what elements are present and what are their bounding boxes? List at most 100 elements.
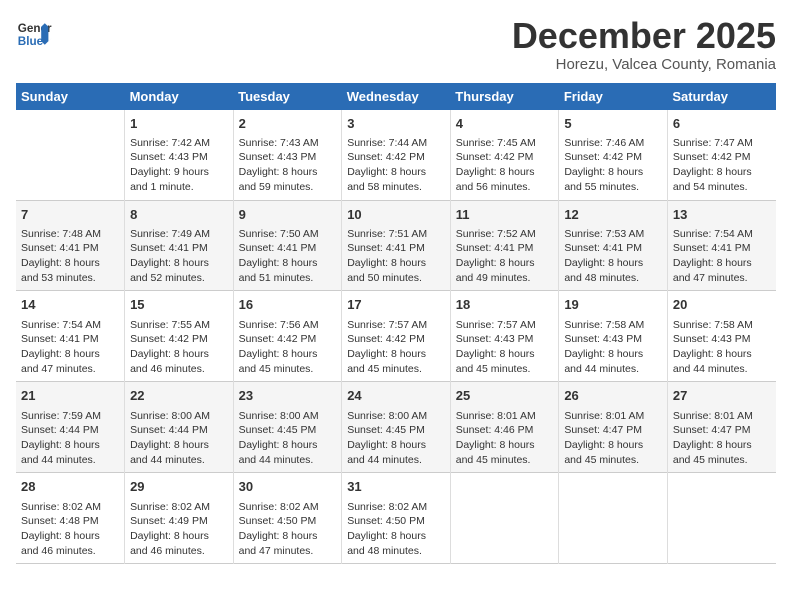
calendar-day-cell: 23 Sunrise: 8:00 AM Sunset: 4:45 PM Dayli… [233,382,342,473]
day-number: 10 [347,206,445,224]
calendar-day-cell: 27Sunrise: 8:01 AM Sunset: 4:47 PM Dayli… [667,382,776,473]
calendar-day-cell: 13 Sunrise: 7:54 AM Sunset: 4:41 PM Dayli… [667,200,776,291]
day-number: 15 [130,296,228,314]
day-info: Sunrise: 7:42 AM Sunset: 4:43 PM Dayligh… [130,136,228,195]
svg-text:Blue: Blue [18,35,44,48]
weekday-header-cell: Sunday [16,83,125,110]
calendar-day-cell: 26 Sunrise: 8:01 AM Sunset: 4:47 PM Dayli… [559,382,668,473]
calendar-day-cell: 19 Sunrise: 7:58 AM Sunset: 4:43 PM Dayli… [559,291,668,382]
day-info: Sunrise: 7:59 AM Sunset: 4:44 PM Dayligh… [21,409,119,468]
weekday-header-cell: Wednesday [342,83,451,110]
calendar-day-cell [16,110,125,200]
calendar-day-cell: 1 Sunrise: 7:42 AM Sunset: 4:43 PM Daylig… [125,110,234,200]
calendar-day-cell: 10 Sunrise: 7:51 AM Sunset: 4:41 PM Dayli… [342,200,451,291]
day-info: Sunrise: 8:01 AM Sunset: 4:47 PM Dayligh… [564,409,662,468]
weekday-header-cell: Friday [559,83,668,110]
day-number: 4 [456,115,554,133]
day-info: Sunrise: 7:51 AM Sunset: 4:41 PM Dayligh… [347,227,445,286]
day-info: Sunrise: 8:02 AM Sunset: 4:48 PM Dayligh… [21,500,119,559]
day-info: Sunrise: 8:00 AM Sunset: 4:44 PM Dayligh… [130,409,228,468]
day-info: Sunrise: 7:58 AM Sunset: 4:43 PM Dayligh… [673,318,771,377]
day-number: 3 [347,115,445,133]
calendar-day-cell: 18Sunrise: 7:57 AM Sunset: 4:43 PM Dayli… [450,291,559,382]
day-info: Sunrise: 8:00 AM Sunset: 4:45 PM Dayligh… [239,409,337,468]
weekday-header-cell: Tuesday [233,83,342,110]
day-number: 11 [456,206,554,224]
day-info: Sunrise: 8:00 AM Sunset: 4:45 PM Dayligh… [347,409,445,468]
calendar-day-cell: 22 Sunrise: 8:00 AM Sunset: 4:44 PM Dayli… [125,382,234,473]
day-number: 20 [673,296,771,314]
calendar-day-cell: 11Sunrise: 7:52 AM Sunset: 4:41 PM Dayli… [450,200,559,291]
day-info: Sunrise: 8:02 AM Sunset: 4:50 PM Dayligh… [347,500,445,559]
day-number: 6 [673,115,771,133]
calendar-day-cell: 5Sunrise: 7:46 AM Sunset: 4:42 PM Daylig… [559,110,668,200]
day-info: Sunrise: 7:56 AM Sunset: 4:42 PM Dayligh… [239,318,337,377]
day-number: 28 [21,478,119,496]
day-info: Sunrise: 7:47 AM Sunset: 4:42 PM Dayligh… [673,136,771,195]
day-number: 25 [456,387,554,405]
day-number: 26 [564,387,662,405]
day-info: Sunrise: 7:44 AM Sunset: 4:42 PM Dayligh… [347,136,445,195]
calendar-day-cell: 20 Sunrise: 7:58 AM Sunset: 4:43 PM Dayli… [667,291,776,382]
day-info: Sunrise: 7:57 AM Sunset: 4:42 PM Dayligh… [347,318,445,377]
calendar-day-cell [667,473,776,564]
day-info: Sunrise: 7:53 AM Sunset: 4:41 PM Dayligh… [564,227,662,286]
day-info: Sunrise: 7:50 AM Sunset: 4:41 PM Dayligh… [239,227,337,286]
calendar-day-cell [559,473,668,564]
calendar-day-cell: 7Sunrise: 7:48 AM Sunset: 4:41 PM Daylig… [16,200,125,291]
day-number: 9 [239,206,337,224]
day-number: 2 [239,115,337,133]
day-info: Sunrise: 8:01 AM Sunset: 4:47 PM Dayligh… [673,409,771,468]
day-number: 30 [239,478,337,496]
day-number: 22 [130,387,228,405]
day-number: 29 [130,478,228,496]
weekday-header-cell: Saturday [667,83,776,110]
day-number: 17 [347,296,445,314]
logo-icon: General Blue [16,16,52,52]
day-number: 23 [239,387,337,405]
day-info: Sunrise: 8:02 AM Sunset: 4:49 PM Dayligh… [130,500,228,559]
weekday-header-cell: Thursday [450,83,559,110]
calendar-day-cell: 6 Sunrise: 7:47 AM Sunset: 4:42 PM Daylig… [667,110,776,200]
calendar-day-cell: 30 Sunrise: 8:02 AM Sunset: 4:50 PM Dayli… [233,473,342,564]
calendar-day-cell: 2Sunrise: 7:43 AM Sunset: 4:43 PM Daylig… [233,110,342,200]
day-info: Sunrise: 7:46 AM Sunset: 4:42 PM Dayligh… [564,136,662,195]
day-number: 1 [130,115,228,133]
day-info: Sunrise: 8:01 AM Sunset: 4:46 PM Dayligh… [456,409,554,468]
day-info: Sunrise: 7:48 AM Sunset: 4:41 PM Dayligh… [21,227,119,286]
logo: General Blue [16,16,52,52]
day-info: Sunrise: 7:54 AM Sunset: 4:41 PM Dayligh… [673,227,771,286]
day-info: Sunrise: 7:58 AM Sunset: 4:43 PM Dayligh… [564,318,662,377]
calendar-day-cell: 31 Sunrise: 8:02 AM Sunset: 4:50 PM Dayli… [342,473,451,564]
calendar-day-cell: 24Sunrise: 8:00 AM Sunset: 4:45 PM Dayli… [342,382,451,473]
calendar-day-cell: 29 Sunrise: 8:02 AM Sunset: 4:49 PM Dayli… [125,473,234,564]
day-number: 13 [673,206,771,224]
calendar-week-row: 28 Sunrise: 8:02 AM Sunset: 4:48 PM Dayli… [16,473,776,564]
day-info: Sunrise: 7:54 AM Sunset: 4:41 PM Dayligh… [21,318,119,377]
day-number: 12 [564,206,662,224]
calendar-day-cell: 9 Sunrise: 7:50 AM Sunset: 4:41 PM Daylig… [233,200,342,291]
day-info: Sunrise: 7:45 AM Sunset: 4:42 PM Dayligh… [456,136,554,195]
day-info: Sunrise: 7:57 AM Sunset: 4:43 PM Dayligh… [456,318,554,377]
day-info: Sunrise: 8:02 AM Sunset: 4:50 PM Dayligh… [239,500,337,559]
day-info: Sunrise: 7:49 AM Sunset: 4:41 PM Dayligh… [130,227,228,286]
calendar-day-cell: 12 Sunrise: 7:53 AM Sunset: 4:41 PM Dayli… [559,200,668,291]
day-number: 19 [564,296,662,314]
title-area: December 2025 Horezu, Valcea County, Rom… [512,16,776,73]
calendar-day-cell: 21 Sunrise: 7:59 AM Sunset: 4:44 PM Dayli… [16,382,125,473]
weekday-header-row: SundayMondayTuesdayWednesdayThursdayFrid… [16,83,776,110]
calendar-day-cell: 3 Sunrise: 7:44 AM Sunset: 4:42 PM Daylig… [342,110,451,200]
calendar-day-cell: 8Sunrise: 7:49 AM Sunset: 4:41 PM Daylig… [125,200,234,291]
calendar-table: SundayMondayTuesdayWednesdayThursdayFrid… [16,83,776,565]
month-title: December 2025 [512,16,776,56]
calendar-day-cell: 14 Sunrise: 7:54 AM Sunset: 4:41 PM Dayli… [16,291,125,382]
calendar-day-cell: 15Sunrise: 7:55 AM Sunset: 4:42 PM Dayli… [125,291,234,382]
calendar-day-cell: 4 Sunrise: 7:45 AM Sunset: 4:42 PM Daylig… [450,110,559,200]
day-number: 31 [347,478,445,496]
calendar-day-cell [450,473,559,564]
day-number: 21 [21,387,119,405]
calendar-week-row: 1 Sunrise: 7:42 AM Sunset: 4:43 PM Daylig… [16,110,776,200]
calendar-week-row: 14 Sunrise: 7:54 AM Sunset: 4:41 PM Dayli… [16,291,776,382]
page-header: General Blue December 2025 Horezu, Valce… [16,16,776,73]
day-number: 14 [21,296,119,314]
